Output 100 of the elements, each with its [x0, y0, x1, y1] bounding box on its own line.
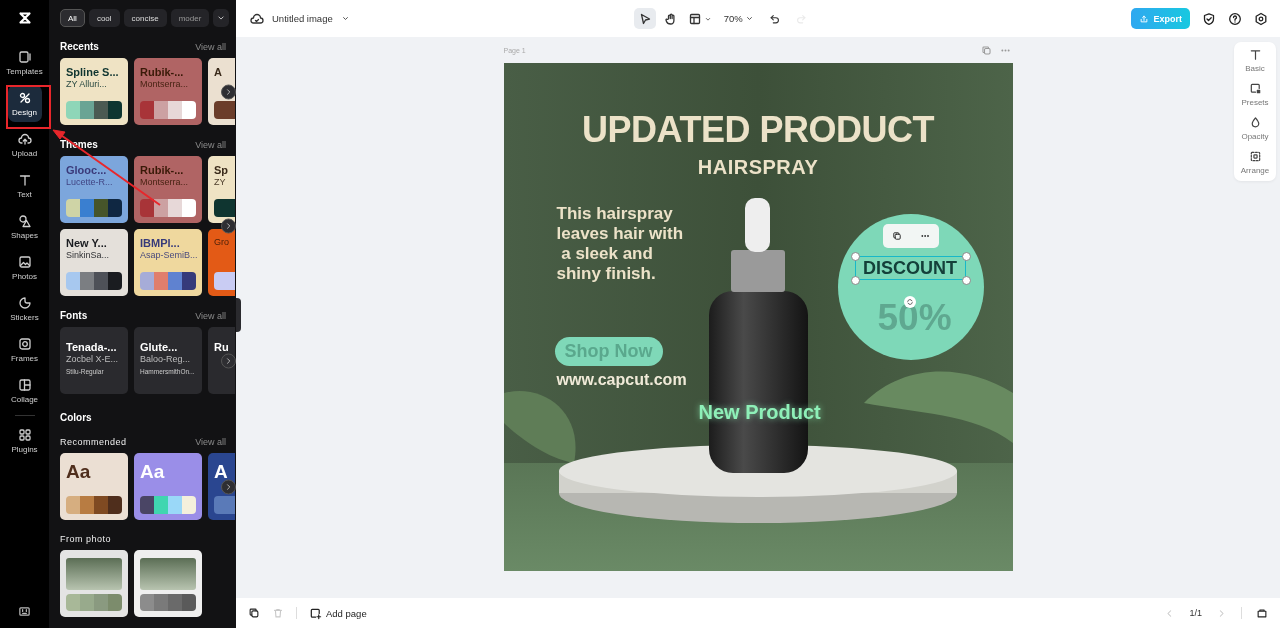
shield-check-icon	[1202, 11, 1216, 26]
theme-font-name: Montserra...	[140, 177, 189, 188]
sidebar-item[interactable]: Shapes	[7, 208, 42, 245]
font-name: Zocbel X-E...	[66, 354, 120, 365]
property-button[interactable]: Opacity	[1234, 116, 1276, 141]
resize-handle[interactable]	[961, 252, 971, 261]
theme-card[interactable]: Gro	[208, 229, 235, 296]
chevron-right-icon	[224, 87, 233, 96]
theme-font-name: Montserra...	[140, 79, 189, 90]
copy-icon	[248, 607, 260, 619]
sidebar-item[interactable]: Photos	[7, 249, 42, 286]
duplicate-page-button[interactable]	[248, 607, 260, 619]
resize-handle[interactable]	[850, 252, 860, 261]
text-icon	[1248, 48, 1262, 61]
chevron-right-icon	[224, 221, 233, 231]
theme-font-name: Spline S...	[66, 66, 120, 79]
subheadline-text[interactable]: HAIRSPRAY	[503, 156, 1013, 179]
collage-icon	[17, 377, 32, 392]
theme-card[interactable]: Glooc... Lucette-R...	[60, 156, 128, 223]
zoom-dropdown[interactable]: 70%	[721, 8, 756, 29]
color-palette-card[interactable]: A	[208, 453, 235, 520]
sample-text: Aa	[140, 461, 166, 483]
layers-button[interactable]	[1256, 607, 1268, 619]
templates-icon	[17, 49, 32, 64]
canvas-tool-button[interactable]	[633, 8, 656, 29]
sidebar-item[interactable]: Stickers	[7, 290, 42, 327]
keyboard-button[interactable]	[18, 605, 31, 618]
section-title: Recents	[60, 41, 99, 52]
annotation-box	[6, 85, 51, 129]
filter-chip[interactable]: cool	[88, 9, 120, 27]
view-all-link[interactable]: View all	[195, 311, 226, 321]
theme-card[interactable]: New Y... SinkinSa...	[60, 229, 128, 296]
sidebar-item[interactable]: Frames	[7, 331, 42, 368]
font-name: Ru	[214, 341, 230, 354]
add-page-button[interactable]: Add page	[309, 606, 367, 620]
sidebar-item[interactable]: Collage	[7, 372, 42, 409]
preset-icon	[1248, 82, 1262, 95]
chevron-right-icon	[224, 356, 233, 365]
theme-card[interactable]: IBMPl... Asap-SemiB...	[134, 229, 202, 296]
font-name: Tenada-...	[66, 341, 118, 354]
shield-button[interactable]	[1202, 11, 1216, 26]
cloud-upload-icon	[17, 131, 32, 146]
resize-handle[interactable]	[961, 276, 971, 285]
settings-icon	[1254, 11, 1268, 26]
layout-icon	[687, 11, 702, 26]
chevron-right-icon	[224, 482, 233, 491]
sidebar-item[interactable]: Text	[7, 167, 42, 204]
photo-palette-card[interactable]	[134, 550, 202, 617]
property-button[interactable]: Presets	[1234, 82, 1276, 107]
stack-icon	[1256, 607, 1268, 619]
view-all-link[interactable]: View all	[195, 42, 226, 52]
tag-text[interactable]: New Product	[698, 401, 821, 424]
sidebar-item[interactable]: Templates	[7, 44, 42, 81]
rotate-icon	[905, 298, 914, 306]
theme-card[interactable]: Rubik-... Montserra...	[134, 156, 202, 223]
property-button[interactable]: Basic	[1234, 48, 1276, 73]
trash-icon	[272, 607, 284, 619]
theme-font-name: IBMPl...	[140, 237, 181, 250]
filter-chip[interactable]: concise	[123, 9, 167, 27]
section-title: From photo	[60, 534, 112, 544]
font-card[interactable]: Ru	[208, 327, 235, 394]
sidebar-item[interactable]: Upload	[7, 126, 42, 163]
theme-card[interactable]: Sp ZY	[208, 156, 235, 223]
sample-text: A	[214, 461, 229, 483]
arrange-icon	[1248, 150, 1262, 163]
body-text[interactable]: This hairspray leaves hair with a sleek and shiny finish.	[556, 204, 684, 284]
copy-icon	[980, 45, 992, 56]
color-palette-card[interactable]: Aa	[60, 453, 128, 520]
add-page-icon	[309, 606, 322, 620]
headline-text[interactable]: UPDATED PRODUCT	[503, 109, 1013, 151]
theme-card[interactable]: Spline S... ZY Alluri...	[60, 58, 128, 125]
url-text[interactable]: www.capcut.com	[556, 371, 687, 389]
sidebar-item[interactable]: Plugins	[7, 422, 42, 459]
shapes-icon	[17, 213, 32, 228]
undo-icon	[768, 12, 781, 25]
chevron-down-icon	[340, 14, 350, 23]
resize-handle[interactable]	[850, 276, 860, 285]
frame-icon	[17, 336, 32, 351]
theme-font-name: New Y...	[66, 237, 108, 250]
view-all-link[interactable]: View all	[195, 437, 226, 447]
property-button[interactable]: Arrange	[1234, 150, 1276, 175]
help-icon	[1228, 11, 1242, 26]
section-title: Colors	[60, 412, 93, 423]
hand-icon	[663, 11, 678, 26]
copy-icon	[891, 231, 902, 241]
duplicate-button[interactable]	[891, 231, 902, 241]
view-all-link[interactable]: View all	[195, 140, 226, 150]
theme-font-name: Rubik-...	[140, 164, 185, 177]
document-title[interactable]: Untitled image	[272, 13, 350, 24]
help-button[interactable]	[1228, 11, 1242, 26]
photo-palette-card[interactable]	[60, 550, 128, 617]
keyboard-icon	[18, 605, 31, 618]
theme-card[interactable]: Rubik-... Montserra...	[134, 58, 202, 125]
chevron-down-icon	[744, 14, 754, 23]
theme-card[interactable]: A	[208, 58, 235, 125]
collapse-handle[interactable]	[236, 298, 241, 332]
grid-icon	[17, 427, 32, 442]
settings-button[interactable]	[1254, 11, 1268, 26]
filter-chip[interactable]: moder	[170, 9, 210, 27]
filter-chip[interactable]: All	[60, 9, 85, 27]
